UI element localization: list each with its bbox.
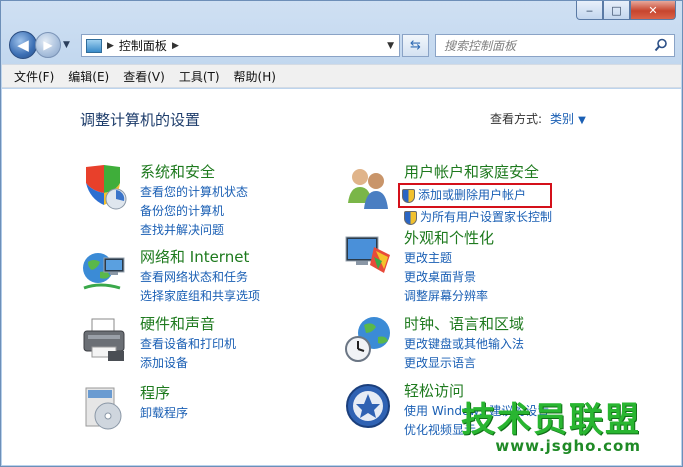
breadcrumb-separator-icon[interactable]: ▶ xyxy=(107,41,114,51)
users-icon[interactable] xyxy=(344,163,392,211)
printer-icon[interactable] xyxy=(80,315,128,363)
navigation-buttons: ◀ ▶ ▼ xyxy=(9,31,70,59)
link-homegroup-sharing[interactable]: 选择家庭组和共享选项 xyxy=(140,287,260,306)
caption-buttons: ‒ □ ✕ xyxy=(576,1,676,20)
forward-button[interactable]: ▶ xyxy=(35,32,61,58)
network-globe-icon[interactable] xyxy=(80,248,128,296)
view-by-value[interactable]: 类别 xyxy=(550,112,574,126)
search-box[interactable] xyxy=(435,34,675,57)
refresh-icon: ⇆ xyxy=(410,38,421,53)
uac-shield-icon xyxy=(404,210,417,225)
category-title[interactable]: 硬件和声音 xyxy=(140,313,215,334)
program-disc-icon[interactable] xyxy=(80,384,128,432)
link-add-device[interactable]: 添加设备 xyxy=(140,354,236,373)
arrow-left-icon: ◀ xyxy=(17,36,29,54)
menu-help[interactable]: 帮助(H) xyxy=(234,68,276,85)
category-title[interactable]: 时钟、语言和区域 xyxy=(404,313,524,334)
address-bar[interactable]: ▶ 控制面板 ▶ ▼ xyxy=(81,34,400,57)
link-change-theme[interactable]: 更改主题 xyxy=(404,249,488,268)
maximize-button[interactable]: □ xyxy=(603,1,630,20)
control-panel-window: ‒ □ ✕ ◀ ▶ ▼ ▶ 控制面板 ▶ ▼ ⇆ 文件(F) 编辑(E) 查看(… xyxy=(0,0,683,467)
category-title[interactable]: 轻松访问 xyxy=(404,380,464,401)
ease-of-access-icon[interactable] xyxy=(344,382,392,430)
link-desktop-background[interactable]: 更改桌面背景 xyxy=(404,268,488,287)
link-add-remove-user-accounts[interactable]: 添加或删除用户帐户 xyxy=(398,183,553,208)
page-title: 调整计算机的设置 xyxy=(80,111,201,129)
category-title[interactable]: 系统和安全 xyxy=(140,161,215,182)
category-title[interactable]: 网络和 Internet xyxy=(140,246,249,267)
link-view-network-status[interactable]: 查看网络状态和任务 xyxy=(140,268,260,287)
link-backup-computer[interactable]: 备份您的计算机 xyxy=(140,202,248,221)
link-find-fix-problems[interactable]: 查找并解决问题 xyxy=(140,221,248,240)
link-text[interactable]: 为所有用户设置家长控制 xyxy=(420,208,552,227)
arrow-right-icon: ▶ xyxy=(43,38,53,52)
back-button[interactable]: ◀ xyxy=(9,31,37,59)
view-by-dropdown-icon[interactable]: ▼ xyxy=(578,115,586,126)
menu-edit[interactable]: 编辑(E) xyxy=(68,68,109,85)
link-parental-controls[interactable]: 为所有用户设置家长控制 xyxy=(404,208,552,227)
link-change-keyboard[interactable]: 更改键盘或其他输入法 xyxy=(404,335,524,354)
category-title[interactable]: 用户帐户和家庭安全 xyxy=(404,161,539,182)
address-dropdown-icon[interactable]: ▼ xyxy=(387,41,394,51)
watermark-logo: 技术员联盟 www.jsgho.com xyxy=(461,392,641,455)
minimize-button[interactable]: ‒ xyxy=(576,1,603,20)
link-screen-resolution[interactable]: 调整屏幕分辨率 xyxy=(404,287,488,306)
link-change-display-language[interactable]: 更改显示语言 xyxy=(404,354,524,373)
link-view-computer-status[interactable]: 查看您的计算机状态 xyxy=(140,183,248,202)
uac-shield-icon xyxy=(402,188,415,203)
search-icon[interactable] xyxy=(654,38,668,52)
recent-pages-dropdown[interactable]: ▼ xyxy=(63,40,70,50)
breadcrumb-control-panel[interactable]: 控制面板 xyxy=(119,37,167,54)
category-title[interactable]: 外观和个性化 xyxy=(404,227,494,248)
menu-bar: 文件(F) 编辑(E) 查看(V) 工具(T) 帮助(H) xyxy=(2,64,681,88)
menu-view[interactable]: 查看(V) xyxy=(123,68,165,85)
watermark-title: 技术员联盟 xyxy=(461,400,641,440)
shield-computer-icon[interactable] xyxy=(80,163,128,211)
category-title[interactable]: 程序 xyxy=(140,382,170,403)
link-uninstall-program[interactable]: 卸载程序 xyxy=(140,404,188,423)
breadcrumb-separator-icon[interactable]: ▶ xyxy=(172,41,179,51)
display-palette-icon[interactable] xyxy=(344,229,392,277)
link-devices-printers[interactable]: 查看设备和打印机 xyxy=(140,335,236,354)
content-pane: 调整计算机的设置 查看方式: 类别 ▼ 系统和安全 查看您的计算机状态 备份您的计算… xyxy=(2,89,681,465)
view-by-label: 查看方式: xyxy=(490,112,543,126)
link-text[interactable]: 添加或删除用户帐户 xyxy=(418,186,526,205)
close-button[interactable]: ✕ xyxy=(630,1,676,20)
menu-file[interactable]: 文件(F) xyxy=(14,68,54,85)
control-panel-icon xyxy=(86,38,102,53)
search-input[interactable] xyxy=(444,38,644,53)
clock-globe-icon[interactable] xyxy=(344,315,392,363)
view-by: 查看方式: 类别 ▼ xyxy=(490,110,586,127)
menu-tools[interactable]: 工具(T) xyxy=(179,68,220,85)
refresh-button[interactable]: ⇆ xyxy=(402,34,429,57)
